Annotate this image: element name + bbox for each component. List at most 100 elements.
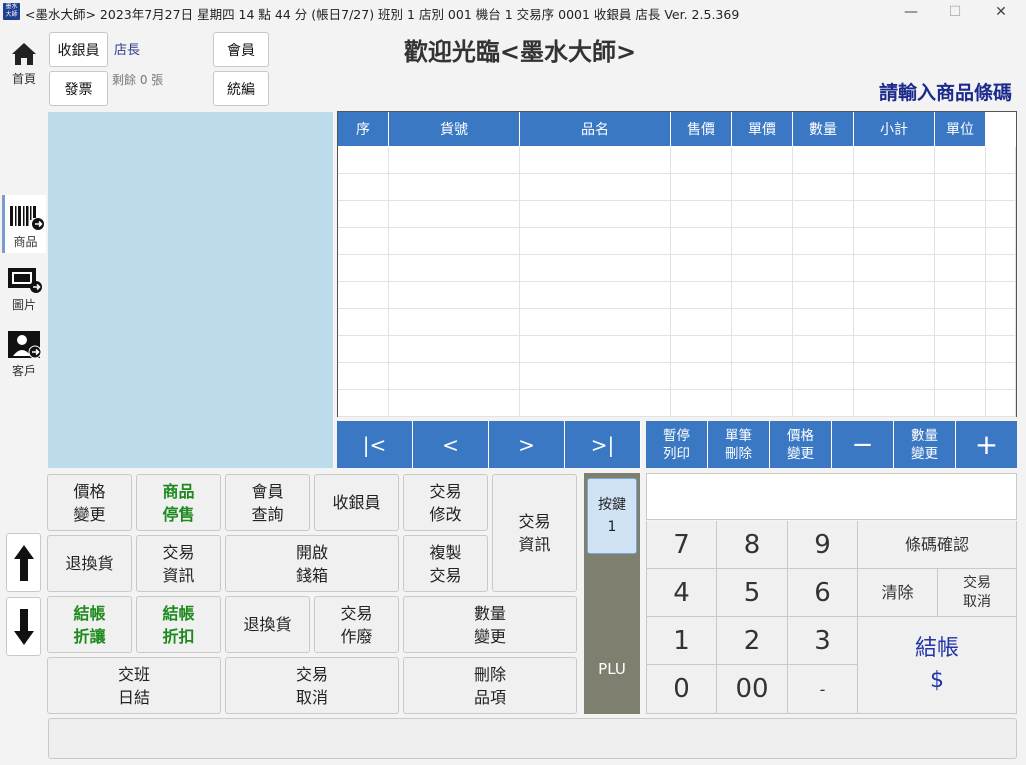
table-cell (671, 363, 732, 390)
sidebar-item-products[interactable]: 商品 (2, 195, 46, 253)
qty-change-quick-button[interactable]: 數量 變更 (894, 421, 956, 468)
delete-one-button[interactable]: 單筆 刪除 (708, 421, 770, 468)
title-bar: 墨水 大師 <墨水大師> 2023年7月27日 星期四 14 點 44 分 (帳… (0, 0, 1026, 24)
clear-button[interactable]: 清除 (858, 569, 938, 617)
key-6[interactable]: 6 (788, 569, 858, 617)
plus-button[interactable]: + (956, 421, 1017, 468)
txn-modify-button[interactable]: 交易 修改 (403, 474, 488, 531)
next-page-button[interactable]: > (489, 421, 565, 468)
txn-info-button[interactable]: 交易 資訊 (136, 535, 221, 592)
table-cell (935, 336, 986, 363)
close-button[interactable]: ✕ (978, 0, 1024, 24)
table-cell (793, 228, 854, 255)
key-5[interactable]: 5 (717, 569, 788, 617)
invoice-button[interactable]: 發票 (49, 71, 108, 106)
txn-cancel-button[interactable]: 交易 取消 (225, 657, 399, 714)
table-row[interactable] (338, 228, 1016, 255)
table-cell (389, 336, 520, 363)
table-cell (671, 174, 732, 201)
sidebar-item-customers[interactable]: 客戶 (2, 330, 46, 380)
button-label-line: 修改 (429, 504, 462, 524)
key-1[interactable]: 1 (646, 617, 717, 665)
plu-key-button[interactable]: 按鍵 1 (587, 478, 637, 554)
table-cell (854, 390, 935, 417)
checkout-rebate-button[interactable]: 結帳 折扣 (136, 596, 221, 653)
shift-close-button[interactable]: 交班 日結 (47, 657, 221, 714)
key-8[interactable]: 8 (717, 521, 788, 569)
key-2[interactable]: 2 (717, 617, 788, 665)
table-cell (793, 336, 854, 363)
maximize-button[interactable]: ☐ (932, 0, 978, 24)
table-row[interactable] (338, 174, 1016, 201)
table-row[interactable] (338, 363, 1016, 390)
table-cell (986, 228, 1016, 255)
table-cell (854, 228, 935, 255)
table-row[interactable] (338, 201, 1016, 228)
prev-page-button[interactable]: < (413, 421, 489, 468)
table-cell (389, 309, 520, 336)
table-cell (671, 309, 732, 336)
table-cell (986, 363, 1016, 390)
last-page-button[interactable]: >| (565, 421, 641, 468)
sidebar-item-home[interactable]: 首頁 (2, 40, 46, 98)
table-row[interactable] (338, 255, 1016, 282)
button-label-line: 交易 (295, 664, 328, 684)
copy-txn-button[interactable]: 複製 交易 (403, 535, 488, 592)
open-drawer-button[interactable]: 開啟 錢箱 (225, 535, 399, 592)
key-dash[interactable]: - (788, 665, 858, 714)
button-label-line: 變更 (73, 504, 106, 524)
arrow-down-icon (13, 608, 34, 645)
button-label-line: 暫停 (663, 427, 690, 444)
delete-item-button[interactable]: 刪除 品項 (403, 657, 577, 714)
table-cell (520, 363, 671, 390)
checkout-discount-button[interactable]: 結帳 折讓 (47, 596, 132, 653)
table-row[interactable] (338, 390, 1016, 417)
member-button[interactable]: 會員 (213, 32, 269, 67)
keypad-txn-cancel-button[interactable]: 交易 取消 (938, 569, 1017, 617)
button-label-line: 資訊 (518, 535, 551, 554)
first-page-button[interactable]: |< (337, 421, 413, 468)
cashier-button[interactable]: 收銀員 (49, 32, 108, 67)
sidebar-item-pictures[interactable]: 圖片 (2, 266, 46, 316)
table-cell (793, 363, 854, 390)
table-cell (671, 147, 732, 174)
return-exchange-button[interactable]: 退換貨 (47, 535, 132, 592)
return-exchange-button-2[interactable]: 退換貨 (225, 596, 310, 653)
member-query-button[interactable]: 會員 查詢 (225, 474, 310, 531)
cashier-function-button[interactable]: 收銀員 (314, 474, 399, 531)
product-suspend-button[interactable]: 商品 停售 (136, 474, 221, 531)
minimize-button[interactable]: — (888, 0, 934, 24)
price-change-button[interactable]: 價格 變更 (47, 474, 132, 531)
button-label-line: 數量 (473, 603, 506, 623)
table-cell (389, 228, 520, 255)
table-cell (389, 147, 520, 174)
barcode-confirm-button[interactable]: 條碼確認 (858, 521, 1017, 569)
keypad-display[interactable] (646, 473, 1017, 520)
table-cell (520, 201, 671, 228)
table-row[interactable] (338, 282, 1016, 309)
table-cell (793, 390, 854, 417)
scroll-up-button[interactable] (6, 533, 41, 592)
table-row[interactable] (338, 336, 1016, 363)
key-3[interactable]: 3 (788, 617, 858, 665)
txn-info-large-button[interactable]: 交易 資訊 (492, 474, 577, 592)
qty-change-button[interactable]: 數量 變更 (403, 596, 577, 653)
table-cell (389, 201, 520, 228)
key-00[interactable]: 00 (717, 665, 788, 714)
key-4[interactable]: 4 (646, 569, 717, 617)
minus-button[interactable]: − (832, 421, 894, 468)
key-7[interactable]: 7 (646, 521, 717, 569)
tax-id-button[interactable]: 統編 (213, 71, 269, 106)
checkout-button[interactable]: 結帳 $ (858, 617, 1017, 714)
table-row[interactable] (338, 309, 1016, 336)
home-icon (12, 43, 36, 65)
button-label-line: 開啟 (295, 542, 328, 562)
key-9[interactable]: 9 (788, 521, 858, 569)
scroll-down-button[interactable] (6, 597, 41, 656)
pause-print-button[interactable]: 暫停 列印 (646, 421, 708, 468)
price-change-quick-button[interactable]: 價格 變更 (770, 421, 832, 468)
key-0[interactable]: 0 (646, 665, 717, 714)
table-row[interactable] (338, 147, 1016, 174)
txn-void-button[interactable]: 交易 作廢 (314, 596, 399, 653)
items-table[interactable]: 序 貨號 品名 售價 單價 數量 小計 單位 (337, 111, 1017, 417)
